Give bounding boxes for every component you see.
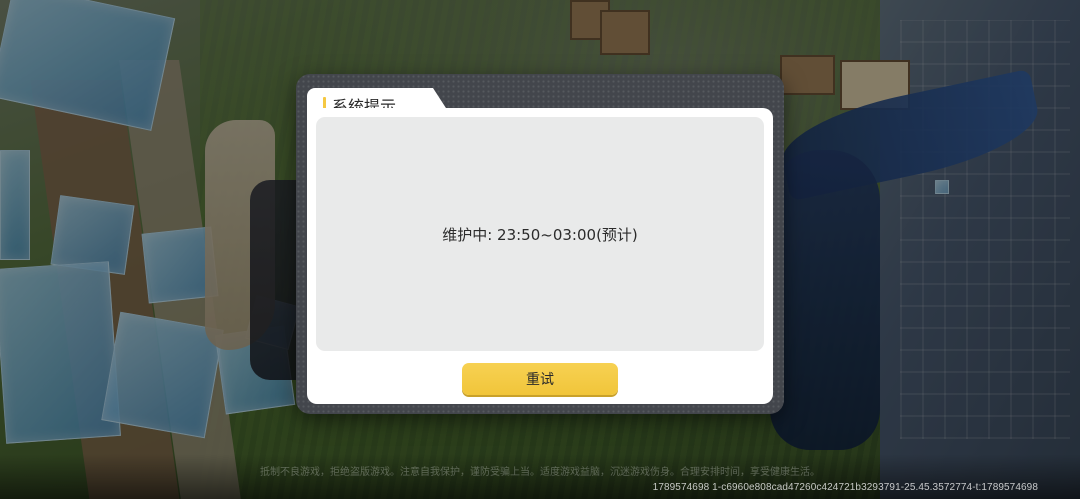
maintenance-message: 维护中: 23:50~03:00(预计)	[442, 225, 638, 244]
message-box: 维护中: 23:50~03:00(预计)	[316, 117, 764, 351]
retry-button[interactable]: 重试	[462, 363, 618, 395]
footer-bar: 抵制不良游戏，拒绝盗版游戏。注意自我保护，谨防受骗上当。适度游戏益脑，沉迷游戏伤…	[0, 454, 1080, 499]
dialog-panel: 维护中: 23:50~03:00(预计) 重试	[307, 108, 773, 404]
build-info: 1789574698 1-c6960e808cad47260c424721b32…	[652, 482, 1038, 493]
system-dialog: 系统提示 维护中: 23:50~03:00(预计) 重试	[296, 74, 784, 414]
health-notice: 抵制不良游戏，拒绝盗版游戏。注意自我保护，谨防受骗上当。适度游戏益脑，沉迷游戏伤…	[260, 467, 820, 478]
